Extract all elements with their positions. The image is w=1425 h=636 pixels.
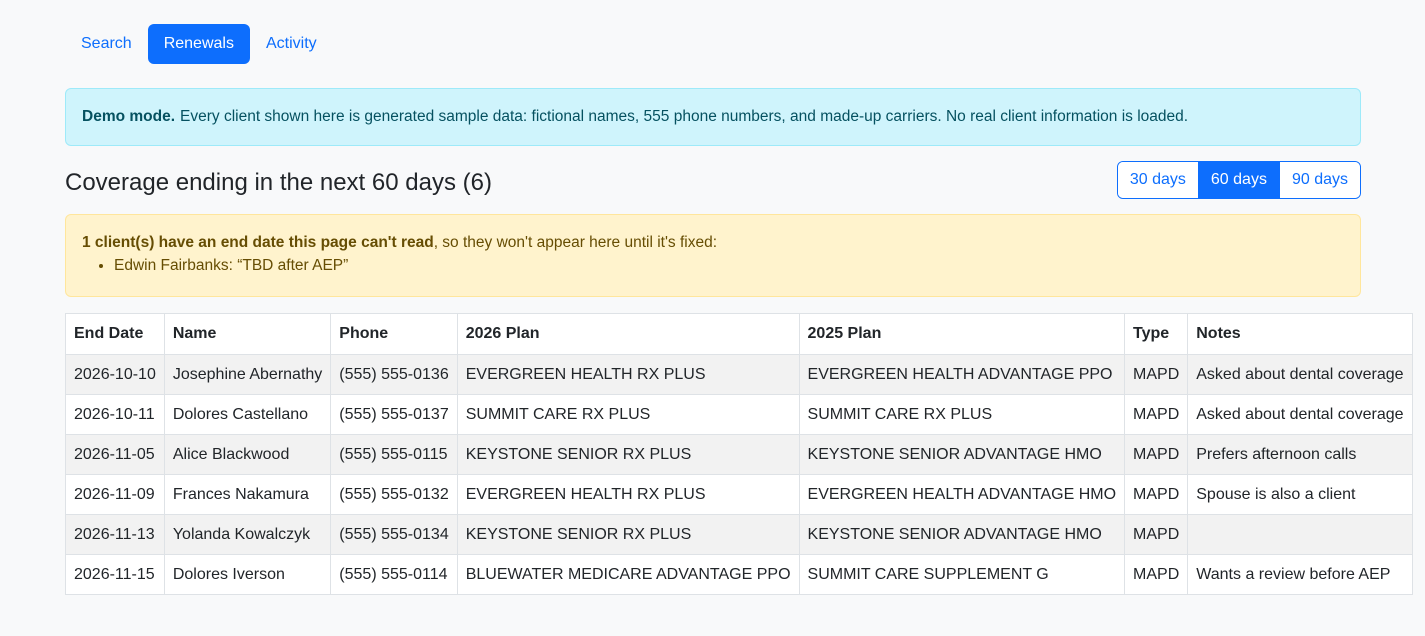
cell-2025-plan: EVERGREEN HEALTH ADVANTAGE PPO (798, 354, 1126, 395)
table-body: 2026-10-10 Josephine Abernathy (555) 555-0… (65, 354, 1413, 595)
cell-name: Dolores Castellano (163, 394, 332, 435)
page-container: Search Renewals Activity Demo mode. Ever… (65, 24, 1413, 595)
column-header-phone: Phone (330, 313, 458, 355)
cell-phone: (555) 555-0136 (330, 354, 458, 395)
table-row: 2026-10-10 Josephine Abernathy (555) 555-0… (65, 354, 1413, 395)
cell-notes: Asked about dental coverage (1187, 354, 1413, 395)
column-header-type: Type (1124, 313, 1189, 355)
table-row: 2026-10-11 Dolores Castellano (555) 555-01… (65, 394, 1413, 435)
table-row: 2026-11-05 Alice Blackwood (555) 555-0115 K… (65, 434, 1413, 475)
nav-tab-search[interactable]: Search (65, 24, 148, 64)
cell-name: Yolanda Kowalczyk (163, 514, 332, 555)
cell-end-date: 2026-11-13 (65, 514, 165, 555)
table-row: 2026-11-13 Yolanda Kowalczyk (555) 555-013… (65, 514, 1413, 555)
warning-strong: 1 client(s) have an end date this page c… (82, 234, 434, 251)
cell-notes: Prefers afternoon calls (1187, 434, 1413, 475)
renewals-table-wrapper: End Date Name Phone 2026 Plan 2025 Plan … (65, 313, 1413, 595)
warning-message: 1 client(s) have an end date this page c… (82, 234, 1344, 252)
range-60-days-button[interactable]: 60 days (1198, 162, 1280, 198)
column-header-end-date: End Date (65, 313, 165, 355)
cell-2026-plan: EVERGREEN HEALTH RX PLUS (456, 474, 800, 515)
column-header-2026-plan: 2026 Plan (456, 313, 800, 355)
cell-phone: (555) 555-0114 (330, 554, 458, 595)
cell-end-date: 2026-10-10 (65, 354, 165, 395)
cell-phone: (555) 555-0132 (330, 474, 458, 515)
table-row: 2026-11-15 Dolores Iverson (555) 555-0114 B… (65, 554, 1413, 595)
cell-end-date: 2026-11-09 (65, 474, 165, 515)
cell-end-date: 2026-11-05 (65, 434, 165, 475)
cell-2025-plan: SUMMIT CARE SUPPLEMENT G (798, 554, 1126, 595)
cell-phone: (555) 555-0134 (330, 514, 458, 555)
warning-text: , so they won't appear here until it's f… (433, 234, 718, 251)
cell-type: MAPD (1124, 354, 1189, 395)
column-header-2025-plan: 2025 Plan (798, 313, 1126, 355)
nav-tab-activity[interactable]: Activity (250, 24, 333, 64)
nav-pills: Search Renewals Activity (65, 24, 1361, 64)
column-header-name: Name (163, 313, 332, 355)
table-header-row: End Date Name Phone 2026 Plan 2025 Plan … (65, 313, 1413, 355)
range-30-days-button[interactable]: 30 days (1117, 162, 1199, 198)
cell-2026-plan: KEYSTONE SENIOR RX PLUS (456, 514, 800, 555)
cell-2026-plan: SUMMIT CARE RX PLUS (456, 394, 800, 435)
cell-name: Dolores Iverson (163, 554, 332, 595)
cell-end-date: 2026-11-15 (65, 554, 165, 595)
cell-2025-plan: SUMMIT CARE RX PLUS (798, 394, 1126, 435)
cell-notes (1187, 514, 1413, 555)
day-range-selector: 30 days 60 days 90 days (1116, 161, 1361, 199)
cell-type: MAPD (1124, 554, 1189, 595)
cell-type: MAPD (1124, 514, 1189, 555)
cell-end-date: 2026-10-11 (65, 394, 165, 435)
page-title: Coverage ending in the next 60 days (6) (65, 169, 492, 196)
cell-2026-plan: BLUEWATER MEDICARE ADVANTAGE PPO (456, 554, 800, 595)
column-header-notes: Notes (1187, 313, 1413, 355)
warning-list-item: Edwin Fairbanks: “TBD after AEP” (114, 255, 1344, 277)
cell-name: Alice Blackwood (163, 434, 332, 475)
cell-notes: Asked about dental coverage (1187, 394, 1413, 435)
cell-2026-plan: KEYSTONE SENIOR RX PLUS (456, 434, 800, 475)
demo-mode-alert: Demo mode. Every client shown here is ge… (65, 88, 1361, 146)
table-row: 2026-11-09 Frances Nakamura (555) 555-0132… (65, 474, 1413, 515)
cell-phone: (555) 555-0115 (330, 434, 458, 475)
demo-mode-strong: Demo mode. (82, 108, 176, 125)
cell-type: MAPD (1124, 394, 1189, 435)
cell-2026-plan: EVERGREEN HEALTH RX PLUS (456, 354, 800, 395)
cell-2025-plan: EVERGREEN HEALTH ADVANTAGE HMO (798, 474, 1126, 515)
warning-list: Edwin Fairbanks: “TBD after AEP” (82, 255, 1344, 277)
unreadable-dates-alert: 1 client(s) have an end date this page c… (65, 214, 1361, 297)
demo-mode-text: Every client shown here is generated sam… (180, 108, 1189, 125)
cell-type: MAPD (1124, 474, 1189, 515)
range-90-days-button[interactable]: 90 days (1279, 162, 1360, 198)
cell-2025-plan: KEYSTONE SENIOR ADVANTAGE HMO (798, 514, 1126, 555)
cell-notes: Spouse is also a client (1187, 474, 1413, 515)
nav-tab-renewals[interactable]: Renewals (147, 24, 250, 64)
cell-2025-plan: KEYSTONE SENIOR ADVANTAGE HMO (798, 434, 1126, 475)
cell-type: MAPD (1124, 434, 1189, 475)
renewals-table: End Date Name Phone 2026 Plan 2025 Plan … (65, 313, 1413, 595)
cell-phone: (555) 555-0137 (330, 394, 458, 435)
cell-name: Frances Nakamura (163, 474, 332, 515)
cell-notes: Wants a review before AEP (1187, 554, 1413, 595)
cell-name: Josephine Abernathy (163, 354, 332, 395)
